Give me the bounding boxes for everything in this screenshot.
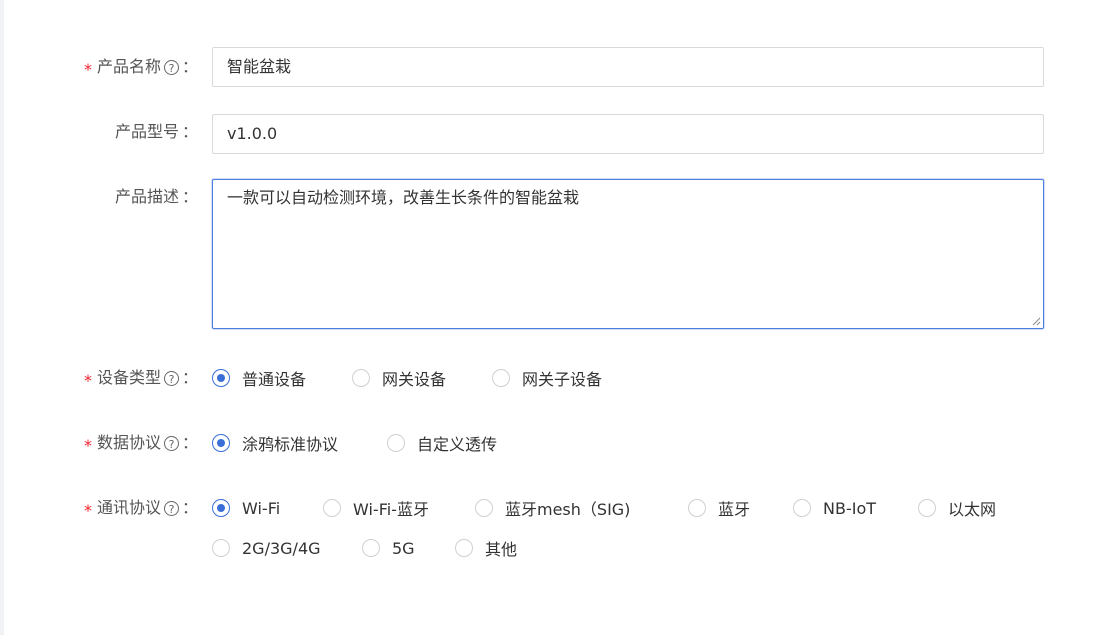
- radio-comm-cellular[interactable]: 2G/3G/4G: [212, 536, 321, 560]
- label-colon: ：: [181, 57, 198, 76]
- radio-comm-ethernet[interactable]: 以太网: [918, 496, 996, 520]
- product-desc-label: 产品描述 ：: [115, 185, 198, 209]
- radio-label: 5G: [392, 538, 415, 558]
- radio-label: 蓝牙mesh（SIG): [505, 500, 631, 519]
- radio-label: 2G/3G/4G: [242, 538, 321, 558]
- radio-unchecked-icon: [212, 539, 230, 557]
- radio-unchecked-icon: [323, 499, 341, 517]
- radio-label: Wi-Fi: [242, 498, 281, 518]
- radio-label: 以太网: [948, 500, 997, 519]
- radio-unchecked-icon: [455, 539, 473, 557]
- comm-protocol-label: * 通讯协议 ? ：: [84, 496, 198, 520]
- radio-label: 网关设备: [382, 370, 447, 389]
- required-mark: *: [83, 371, 92, 390]
- product-name-label: * 产品名称 ? ：: [84, 55, 198, 79]
- radio-label: Wi-Fi-蓝牙: [353, 500, 429, 519]
- radio-comm-5g[interactable]: 5G: [362, 536, 415, 560]
- product-desc-text: 一款可以自动检测环境，改善生长条件的智能盆栽: [227, 188, 580, 207]
- data-protocol-label: * 数据协议 ? ：: [84, 431, 198, 455]
- label-colon: ：: [181, 187, 198, 206]
- radio-checked-icon: [212, 369, 230, 387]
- radio-comm-bt[interactable]: 蓝牙: [688, 496, 750, 520]
- radio-label: NB-IoT: [823, 498, 876, 518]
- radio-comm-other[interactable]: 其他: [455, 536, 517, 560]
- radio-unchecked-icon: [688, 499, 706, 517]
- radio-checked-icon: [212, 499, 230, 517]
- required-mark: *: [83, 436, 92, 455]
- radio-comm-bt-mesh[interactable]: 蓝牙mesh（SIG): [475, 496, 630, 520]
- help-icon[interactable]: ?: [163, 59, 179, 75]
- help-icon[interactable]: ?: [163, 500, 179, 516]
- radio-label: 蓝牙: [718, 500, 751, 519]
- radio-label: 其他: [485, 540, 518, 559]
- radio-checked-icon: [212, 434, 230, 452]
- required-mark: *: [83, 60, 92, 79]
- help-icon[interactable]: ?: [163, 370, 179, 386]
- product-model-input[interactable]: v1.0.0: [212, 114, 1044, 154]
- radio-unchecked-icon: [352, 369, 370, 387]
- device-type-label-text: 设备类型: [96, 368, 161, 387]
- product-model-label-text: 产品型号: [114, 122, 179, 141]
- radio-comm-wifi-bt[interactable]: Wi-Fi-蓝牙: [323, 496, 429, 520]
- radio-device-subdevice[interactable]: 网关子设备: [492, 366, 602, 390]
- radio-protocol-custom[interactable]: 自定义透传: [387, 431, 497, 455]
- radio-label: 网关子设备: [522, 370, 603, 389]
- radio-unchecked-icon: [918, 499, 936, 517]
- radio-unchecked-icon: [362, 539, 380, 557]
- radio-unchecked-icon: [387, 434, 405, 452]
- radio-device-normal[interactable]: 普通设备: [212, 366, 306, 390]
- product-desc-label-text: 产品描述: [114, 187, 179, 206]
- device-type-label: * 设备类型 ? ：: [84, 366, 198, 390]
- radio-unchecked-icon: [475, 499, 493, 517]
- radio-unchecked-icon: [793, 499, 811, 517]
- data-protocol-label-text: 数据协议: [96, 433, 161, 452]
- product-model-label: 产品型号 ：: [115, 120, 198, 144]
- label-colon: ：: [181, 433, 198, 452]
- radio-device-gateway[interactable]: 网关设备: [352, 366, 446, 390]
- help-icon[interactable]: ?: [163, 435, 179, 451]
- radio-unchecked-icon: [492, 369, 510, 387]
- radio-label: 自定义透传: [417, 435, 498, 454]
- radio-label: 涂鸦标准协议: [242, 435, 339, 454]
- product-name-input[interactable]: 智能盆栽: [212, 47, 1044, 87]
- radio-comm-wifi[interactable]: Wi-Fi: [212, 496, 280, 520]
- product-name-label-text: 产品名称: [96, 57, 161, 76]
- label-colon: ：: [181, 122, 198, 141]
- required-mark: *: [83, 501, 92, 520]
- radio-comm-nbiot[interactable]: NB-IoT: [793, 496, 876, 520]
- product-desc-textarea[interactable]: 一款可以自动检测环境，改善生长条件的智能盆栽: [212, 179, 1044, 329]
- comm-protocol-label-text: 通讯协议: [96, 498, 161, 517]
- left-panel-edge: [0, 0, 4, 635]
- label-colon: ：: [181, 368, 198, 387]
- radio-label: 普通设备: [242, 370, 307, 389]
- resize-handle-icon[interactable]: [1031, 316, 1041, 326]
- label-colon: ：: [181, 498, 198, 517]
- radio-protocol-standard[interactable]: 涂鸦标准协议: [212, 431, 338, 455]
